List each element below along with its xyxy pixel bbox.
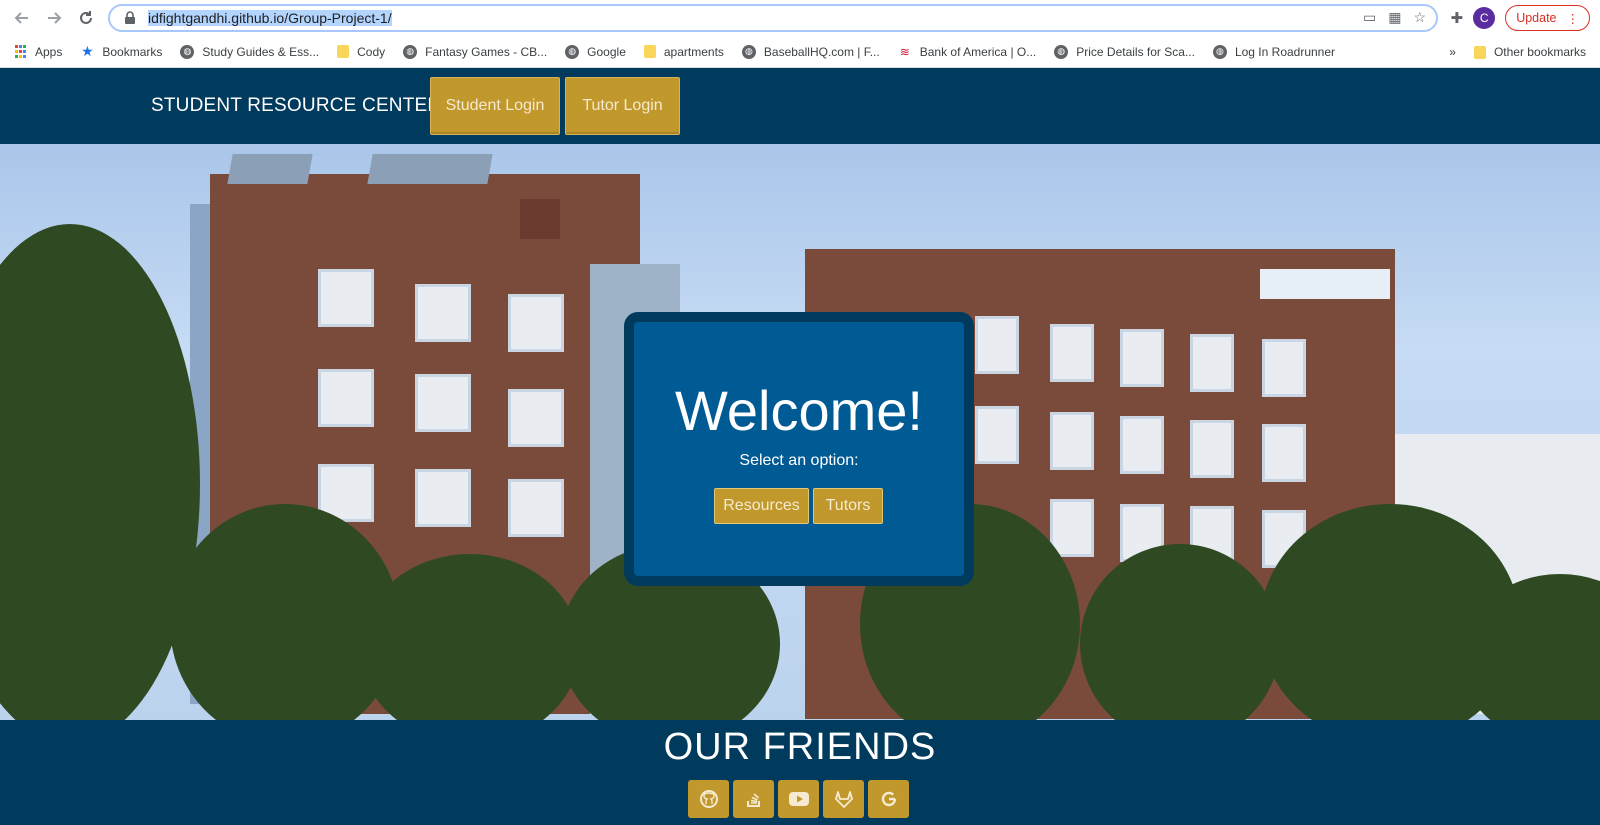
building-window: [1050, 324, 1094, 382]
extensions-icon[interactable]: ✚: [1451, 9, 1464, 27]
github-icon[interactable]: [688, 780, 729, 818]
building-window: [508, 479, 564, 537]
building-window: [1190, 334, 1234, 392]
welcome-title: Welcome!: [675, 379, 923, 442]
forward-icon[interactable]: [40, 4, 68, 32]
bookmark-baseballhq[interactable]: ◍ BaseballHQ.com | F...: [741, 44, 880, 59]
cast-icon[interactable]: ▭: [1363, 9, 1376, 26]
bookmark-roadrunner[interactable]: ◍ Log In Roadrunner: [1212, 44, 1335, 59]
building-window: [975, 316, 1019, 374]
stackoverflow-icon[interactable]: [733, 780, 774, 818]
building-chimney: [520, 199, 560, 239]
bookmark-fantasy-games[interactable]: ◍ Fantasy Games - CB...: [403, 44, 547, 59]
building-window: [318, 369, 374, 427]
building-window: [1050, 499, 1094, 557]
footer: OUR FRIENDS: [0, 720, 1600, 825]
building-window: [1120, 329, 1164, 387]
brand-title[interactable]: STUDENT RESOURCE CENTER: [151, 95, 441, 117]
globe-icon: ◍: [565, 44, 580, 59]
bofa-icon: ≋: [899, 44, 910, 59]
menu-dots-icon: ⋮: [1566, 11, 1580, 26]
building-window: [1262, 339, 1306, 397]
bookmark-other[interactable]: Other bookmarks: [1473, 45, 1586, 59]
update-label: Update: [1516, 11, 1557, 25]
bookmark-bank-of-america[interactable]: ≋ Bank of America | O...: [898, 45, 1037, 59]
building-rooftop: [1260, 269, 1390, 299]
welcome-subtitle: Select an option:: [739, 452, 859, 469]
bookmark-apps[interactable]: Apps: [14, 45, 62, 59]
welcome-card: Welcome! Select an option: Resources Tut…: [624, 312, 974, 586]
folder-icon: [1473, 45, 1486, 59]
youtube-icon[interactable]: [778, 780, 819, 818]
building-window: [1190, 420, 1234, 478]
avatar[interactable]: C: [1473, 7, 1496, 29]
resources-button[interactable]: Resources: [714, 488, 809, 524]
building-window: [415, 284, 471, 342]
gitlab-icon[interactable]: [823, 780, 864, 818]
lock-icon: [122, 10, 138, 26]
bookmark-star-icon[interactable]: ☆: [1413, 9, 1426, 26]
building-window: [1120, 416, 1164, 474]
address-bar[interactable]: idfightgandhi.github.io/Group-Project-1/…: [108, 4, 1438, 32]
folder-icon: [337, 45, 350, 58]
globe-icon: ◍: [741, 44, 756, 59]
qr-icon[interactable]: ▦: [1388, 9, 1401, 26]
globe-icon: ◍: [1054, 44, 1069, 59]
tutor-login-button[interactable]: Tutor Login: [565, 77, 680, 135]
more-bookmarks-icon[interactable]: »: [1449, 45, 1456, 59]
student-login-button[interactable]: Student Login: [430, 77, 560, 135]
bookmark-apartments[interactable]: apartments: [643, 45, 724, 59]
building-window: [508, 389, 564, 447]
bookmark-bookmarks[interactable]: ★ Bookmarks: [80, 43, 162, 59]
bookmark-google[interactable]: ◍ Google: [565, 44, 626, 59]
building-window: [1262, 424, 1306, 482]
apps-icon: [14, 45, 27, 58]
folder-icon: [643, 45, 656, 58]
bookmark-study-guides[interactable]: ◍ Study Guides & Ess...: [180, 44, 319, 59]
reload-icon[interactable]: [72, 4, 100, 32]
site-navbar: STUDENT RESOURCE CENTER Student Login Tu…: [0, 68, 1600, 144]
globe-icon: ◍: [403, 44, 418, 59]
building-window: [415, 374, 471, 432]
friends-title: OUR FRIENDS: [663, 726, 937, 768]
building-window: [415, 469, 471, 527]
tutors-button[interactable]: Tutors: [813, 488, 883, 524]
browser-toolbar: idfightgandhi.github.io/Group-Project-1/…: [0, 0, 1600, 36]
building-window: [975, 406, 1019, 464]
star-icon: ★: [81, 43, 94, 59]
solar-panel: [227, 154, 313, 184]
update-button[interactable]: Update ⋮: [1505, 5, 1590, 31]
building-window: [508, 294, 564, 352]
globe-icon: ◍: [1212, 44, 1227, 59]
globe-icon: ◍: [180, 44, 195, 59]
tree: [0, 224, 200, 720]
solar-panel: [367, 154, 493, 184]
url-text[interactable]: idfightgandhi.github.io/Group-Project-1/: [148, 10, 392, 26]
back-icon[interactable]: [8, 4, 36, 32]
google-icon[interactable]: [868, 780, 909, 818]
bookmarks-bar: Apps ★ Bookmarks ◍ Study Guides & Ess...…: [0, 36, 1600, 68]
building-window: [318, 269, 374, 327]
building-window: [1050, 412, 1094, 470]
bookmark-price-details[interactable]: ◍ Price Details for Sca...: [1054, 44, 1195, 59]
bookmark-cody[interactable]: Cody: [337, 45, 385, 59]
